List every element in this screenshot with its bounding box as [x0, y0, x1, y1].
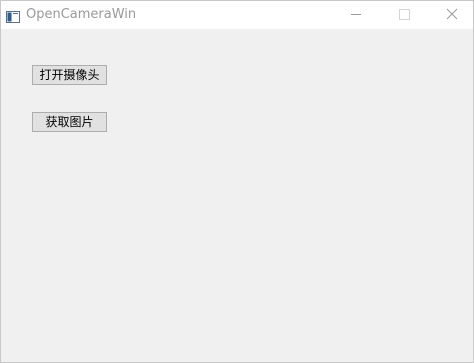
window-title: OpenCameraWin	[26, 7, 137, 22]
open-camera-button[interactable]: 打开摄像头	[32, 65, 107, 85]
close-button[interactable]	[429, 1, 474, 29]
minimize-button[interactable]	[333, 1, 379, 29]
get-image-button[interactable]: 获取图片	[32, 112, 107, 132]
app-window-icon	[6, 8, 20, 23]
maximize-button[interactable]	[381, 1, 427, 29]
app-window: OpenCameraWin 打开摄像头 获取图片	[0, 0, 474, 363]
title-bar[interactable]: OpenCameraWin	[1, 1, 473, 29]
client-area: 打开摄像头 获取图片	[1, 29, 473, 362]
